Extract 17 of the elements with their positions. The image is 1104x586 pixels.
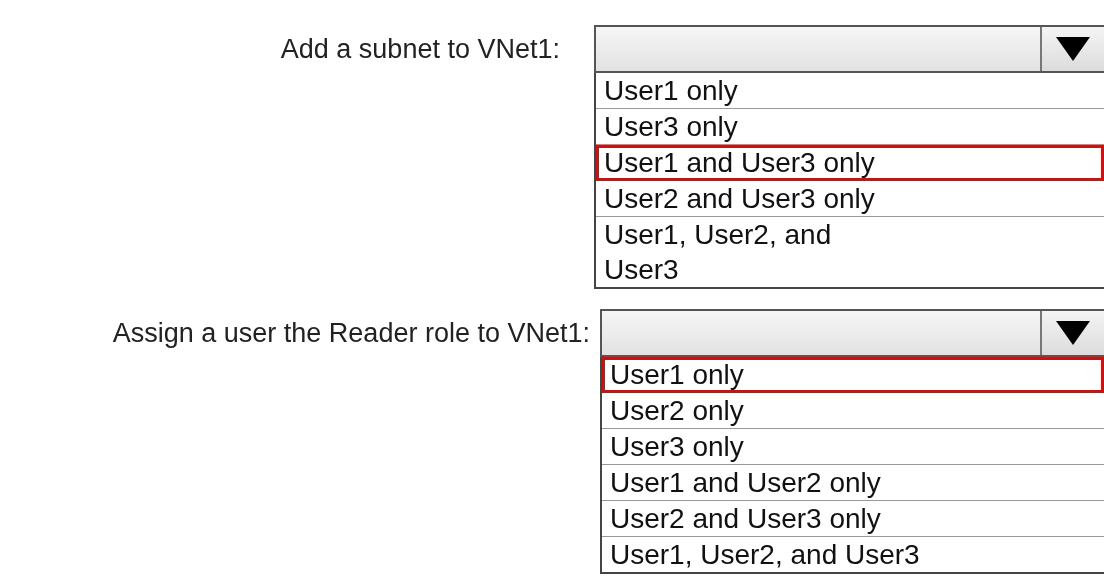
- dropdown-option[interactable]: User2 and User3 only: [602, 501, 1104, 537]
- dropdown-option[interactable]: User1, User2, and User3: [596, 217, 1104, 287]
- question-label: Add a subnet to VNet1:: [280, 33, 560, 66]
- dropdown-option[interactable]: User2 only: [602, 393, 1104, 429]
- dropdown-arrow-icon[interactable]: [1056, 37, 1090, 61]
- dropdown-option[interactable]: User3 only: [602, 429, 1104, 465]
- dropdown-option[interactable]: User1 and User3 only: [596, 145, 1104, 181]
- question-label: Assign a user the Reader role to VNet1:: [112, 317, 590, 350]
- dropdown-field[interactable]: [600, 309, 1104, 357]
- dropdown-option[interactable]: User2 and User3 only: [596, 181, 1104, 217]
- dropdown-field[interactable]: [594, 25, 1104, 73]
- dropdown-option[interactable]: User1, User2, and User3: [602, 537, 1104, 572]
- dropdown-option[interactable]: User3 only: [596, 109, 1104, 145]
- dropdown-arrow-icon[interactable]: [1056, 321, 1090, 345]
- dropdown-option[interactable]: User1 only: [602, 357, 1104, 393]
- dropdown-option[interactable]: User1 and User2 only: [602, 465, 1104, 501]
- dropdown-option[interactable]: User1 only: [596, 73, 1104, 109]
